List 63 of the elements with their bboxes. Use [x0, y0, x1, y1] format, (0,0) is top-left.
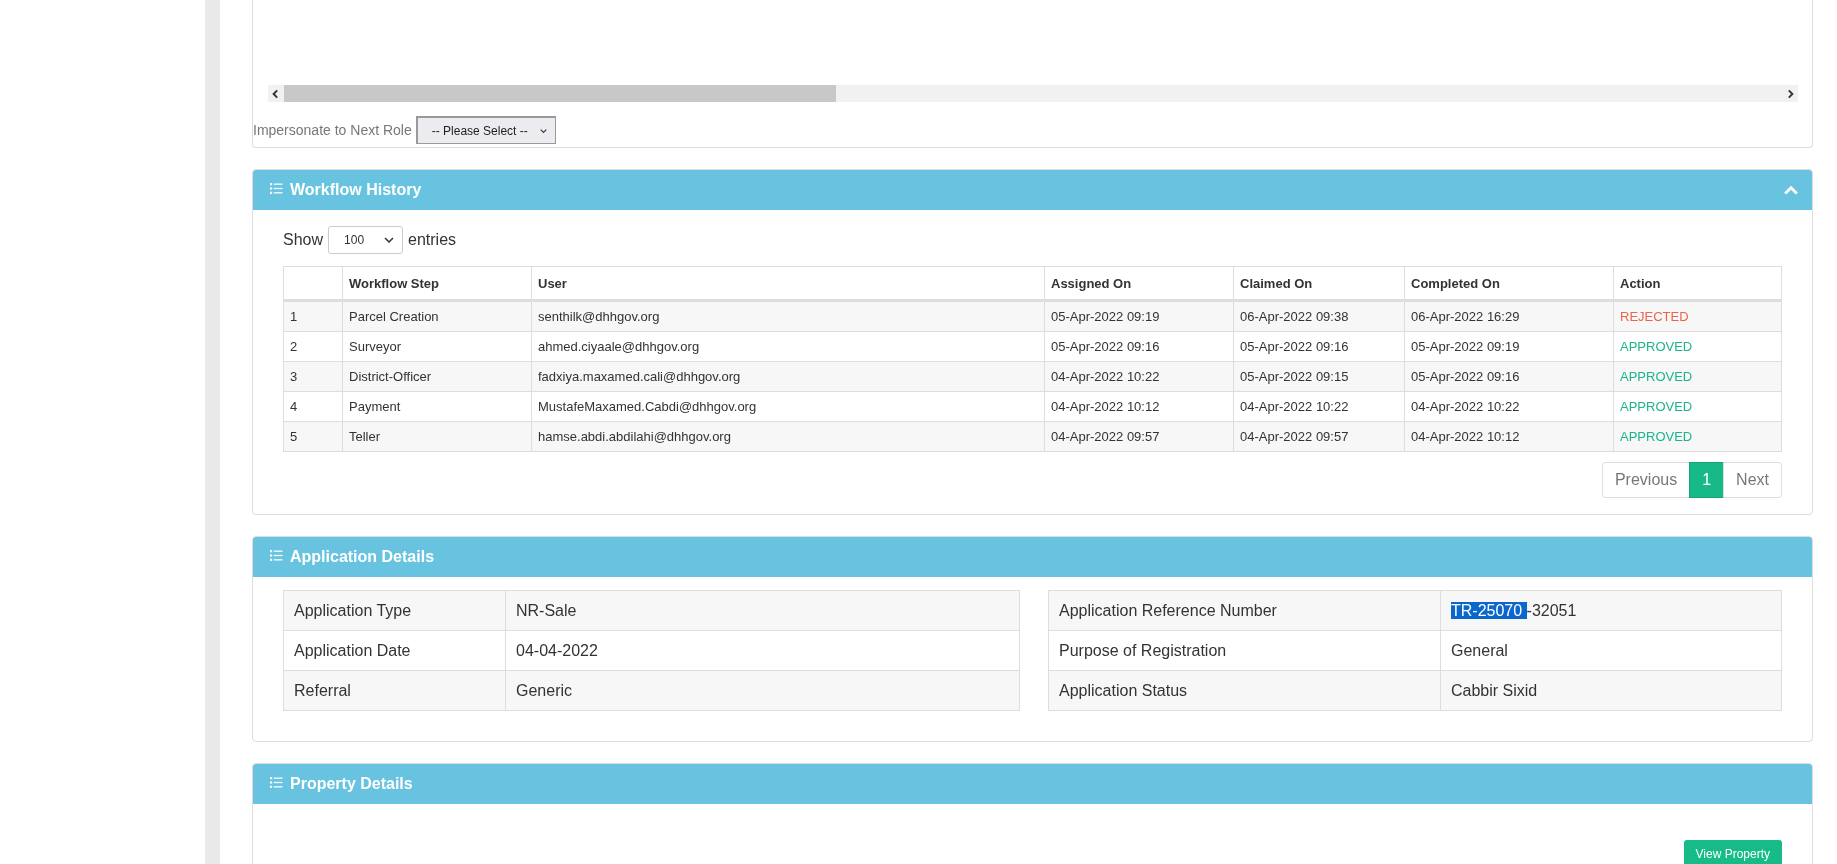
entries-dropdown[interactable]: 100: [328, 226, 404, 254]
detail-label: Referral: [283, 670, 506, 711]
list-icon: [270, 182, 283, 194]
entries-label: entries: [408, 231, 457, 249]
table-cell: 04-Apr-2022 10:22: [1233, 391, 1405, 422]
role-dropdown[interactable]: -- Please Select --: [415, 116, 556, 144]
table-cell: ahmed.ciyaale@dhhgov.org: [531, 331, 1045, 362]
table-cell: 05-Apr-2022 09:16: [1404, 361, 1614, 392]
status-cell: REJECTED: [1613, 300, 1782, 332]
page-button[interactable]: Next: [1723, 462, 1782, 498]
status-cell: APPROVED: [1613, 361, 1782, 392]
table-cell: fadxiya.maxamed.cali@dhhgov.org: [531, 361, 1045, 392]
table-cell: 05-Apr-2022 09:19: [1044, 300, 1234, 332]
detail-value: NR-Sale: [505, 590, 1020, 631]
detail-value: Cabbir Sixid: [1440, 670, 1782, 711]
table-cell: 04-Apr-2022 09:57: [1233, 421, 1405, 452]
detail-label: Application Date: [283, 630, 506, 671]
table-cell: Payment: [342, 391, 532, 422]
list-icon: [270, 776, 283, 788]
detail-label: Purpose of Registration: [1048, 630, 1441, 671]
table-cell: 5: [283, 421, 343, 452]
table-cell: District-Officer: [342, 361, 532, 392]
list-icon: [270, 549, 283, 561]
table-cell: Surveyor: [342, 331, 532, 362]
horizontal-scrollbar[interactable]: [268, 85, 1798, 102]
show-label: Show: [283, 231, 324, 249]
field-label: Impersonate to Next Role: [253, 122, 412, 138]
table-cell: MustafeMaxamed.Cabdi@dhhgov.org: [531, 391, 1045, 422]
panel-title: Property Details: [290, 775, 413, 793]
table-cell: 04-Apr-2022 10:22: [1044, 361, 1234, 392]
page-button[interactable]: Previous: [1601, 462, 1691, 498]
table-cell: 04-Apr-2022 10:12: [1404, 421, 1614, 452]
table-cell: 06-Apr-2022 16:29: [1404, 300, 1614, 332]
detail-label: Application Type: [283, 590, 506, 631]
table-cell: 05-Apr-2022 09:16: [1233, 331, 1405, 362]
detail-label: Application Status: [1048, 670, 1441, 711]
table-cell: 2: [283, 331, 343, 362]
detail-value: TR-25070 -32051: [1440, 590, 1782, 631]
status-cell: APPROVED: [1613, 421, 1782, 452]
table-cell: 06-Apr-2022 09:38: [1233, 300, 1405, 332]
table-cell: Teller: [342, 421, 532, 452]
table-cell: Parcel Creation: [342, 300, 532, 332]
panel-title: Workflow History: [290, 181, 422, 199]
table-cell: hamse.abdi.abdilahi@dhhgov.org: [531, 421, 1045, 452]
status-cell: APPROVED: [1613, 391, 1782, 422]
detail-value: Generic: [505, 670, 1020, 711]
detail-value: 04-04-2022: [505, 630, 1020, 671]
panel-title: Application Details: [290, 548, 435, 566]
table-cell: 04-Apr-2022 10:12: [1044, 391, 1234, 422]
table-cell: 05-Apr-2022 09:16: [1044, 331, 1234, 362]
table-cell: 4: [283, 391, 343, 422]
status-cell: APPROVED: [1613, 331, 1782, 362]
detail-value: General: [1440, 630, 1782, 671]
chevron-down-icon: [539, 127, 547, 134]
chevron-down-icon: [384, 237, 395, 243]
table-cell: 1: [283, 300, 343, 332]
table-cell: 04-Apr-2022 09:57: [1044, 421, 1234, 452]
table-cell: 05-Apr-2022 09:19: [1404, 331, 1614, 362]
table-cell: 05-Apr-2022 09:15: [1233, 361, 1405, 392]
detail-label: Application Reference Number: [1048, 590, 1441, 631]
table-cell: 3: [283, 361, 343, 392]
table-cell: 04-Apr-2022 10:22: [1404, 391, 1614, 422]
table-cell: senthilk@dhhgov.org: [531, 300, 1045, 332]
